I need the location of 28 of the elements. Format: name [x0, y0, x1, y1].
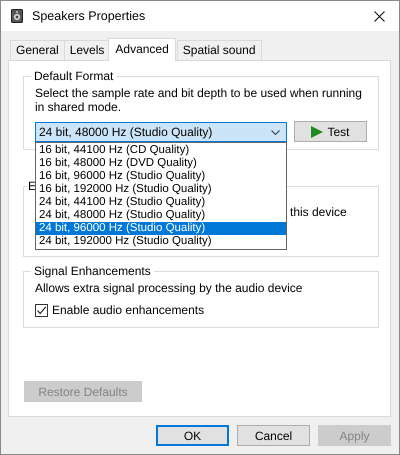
dropdown-option[interactable]: 16 bit, 44100 Hz (CD Quality): [36, 144, 286, 157]
dialog-button[interactable]: OK: [156, 425, 229, 446]
group-title: E: [27, 179, 38, 193]
tab[interactable]: Spatial sound: [176, 40, 262, 60]
play-icon: [311, 126, 324, 138]
dropdown-option[interactable]: 16 bit, 96000 Hz (Studio Quality): [36, 170, 286, 183]
enhancements-checkbox[interactable]: Enable audio enhancements: [35, 303, 368, 317]
window-title: Speakers Properties: [32, 9, 146, 23]
description-text: Select the sample rate and bit depth to be used when running in shared mode.: [35, 86, 363, 114]
checkbox[interactable]: [35, 304, 48, 316]
close-icon[interactable]: [374, 10, 385, 22]
chevron-icon: [271, 130, 280, 134]
speaker-icon: [11, 9, 23, 23]
dropdown-option[interactable]: 24 bit, 44100 Hz (Studio Quality): [36, 196, 286, 209]
tab[interactable]: Advanced: [108, 38, 176, 61]
dropdown-option[interactable]: 16 bit, 48000 Hz (DVD Quality): [36, 157, 286, 170]
tab[interactable]: General: [10, 40, 65, 60]
group-title: Signal Enhancements: [33, 264, 152, 278]
format-dropdown[interactable]: 24 bit, 48000 Hz (Studio Quality): [35, 122, 287, 142]
dropdown-option[interactable]: 24 bit, 48000 Hz (Studio Quality): [36, 209, 286, 222]
dialog-button[interactable]: Cancel: [237, 425, 310, 446]
group-title: Default Format: [33, 69, 114, 83]
dropdown-option[interactable]: 24 bit, 192000 Hz (Studio Quality): [36, 235, 286, 248]
test-button[interactable]: Test: [294, 121, 367, 142]
dropdown-option[interactable]: 16 bit, 192000 Hz (Studio Quality): [36, 183, 286, 196]
dropdown-option[interactable]: 24 bit, 96000 Hz (Studio Quality): [36, 222, 286, 235]
description-text: Allows extra signal processing by the audio device: [35, 281, 304, 295]
option-text: this device: [290, 205, 347, 219]
